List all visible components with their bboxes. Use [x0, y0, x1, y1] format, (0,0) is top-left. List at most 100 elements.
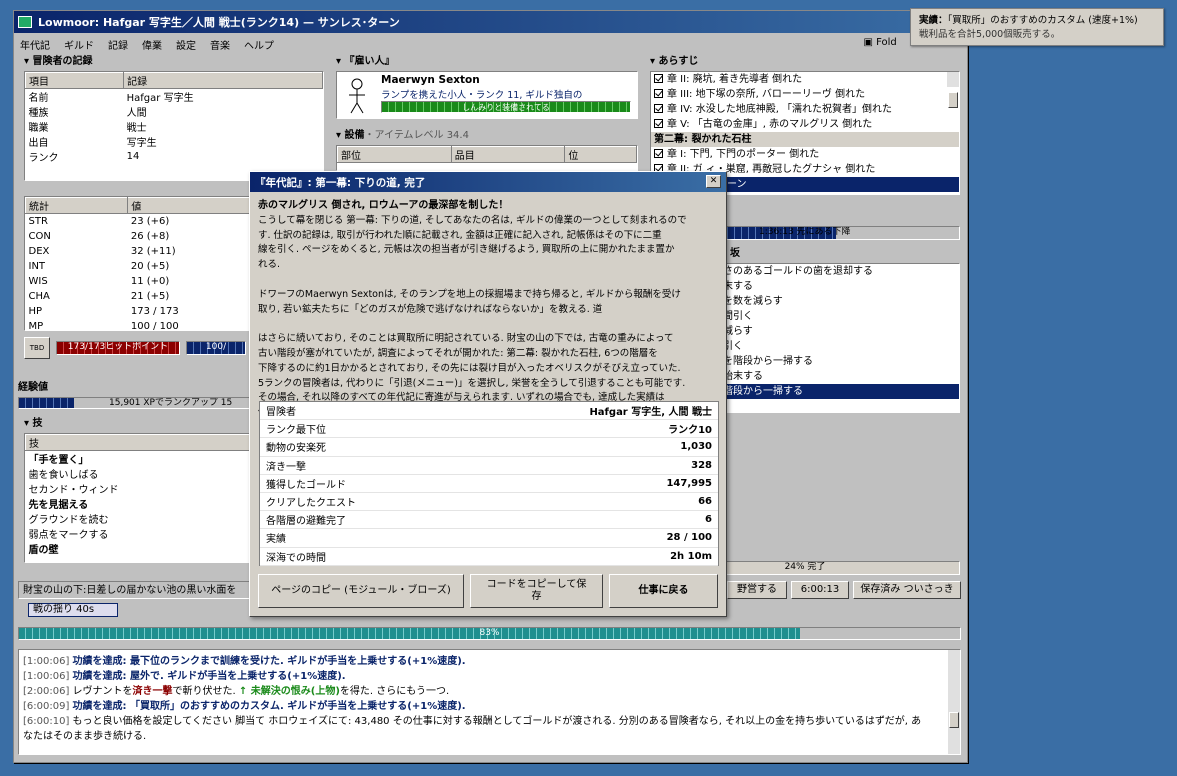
record-value: 14	[126, 151, 140, 162]
dialog-stat-value: 6	[705, 514, 712, 526]
fold-toggle[interactable]: ▣ Fold	[863, 37, 910, 48]
checkbox-checked-icon	[654, 104, 663, 113]
menu-music[interactable]: 音楽	[210, 37, 230, 52]
menu-guild[interactable]: ギルド	[64, 37, 94, 52]
stats-col-stat[interactable]: 統計	[25, 197, 129, 214]
menu-records[interactable]: 記録	[108, 37, 128, 52]
checkbox-checked-icon	[654, 119, 663, 128]
table-row[interactable]: 「手を置く」	[26, 451, 253, 466]
table-row: 職業 戦士	[26, 119, 323, 134]
skill-item: グラウンドを読む	[28, 515, 109, 526]
employer-name: Maerwyn Sexton	[381, 74, 480, 86]
synopsis-item[interactable]: 章 V: 「古竜の金庫」, 赤のマルグリス 倒れた	[651, 117, 959, 132]
checkbox-checked-icon	[654, 74, 663, 83]
dialog-stat-key: 深海での時間	[266, 552, 326, 564]
return-to-work-button[interactable]: 仕事に戻る	[609, 574, 718, 608]
log-scrollbar[interactable]	[948, 650, 960, 754]
dialog-stat-row: 実績 28 / 100	[260, 529, 718, 548]
skills-header: ▾ 技	[24, 418, 43, 429]
synopsis-item[interactable]: 章 I: 下門, 下門のポーター 倒れた	[651, 147, 959, 162]
log-text: レヴナントを	[72, 686, 133, 697]
synopsis-scrollbar[interactable]	[947, 72, 959, 108]
dialog-stat-key: 済き一撃	[266, 461, 306, 473]
dialog-close-button[interactable]: ✕	[706, 175, 721, 188]
equip-col-slot[interactable]: 部位	[337, 146, 452, 163]
log-panel: [1:00:06] 功績を達成: 最下位のランクまで訓練を受けた. ギルドが手当…	[18, 649, 961, 755]
table-row[interactable]: 盾の壁	[26, 541, 253, 556]
synopsis-item[interactable]: 章 IV: 水没した地底神殿, 「濡れた祝賀者」倒れた	[651, 102, 959, 117]
menu-settings[interactable]: 設定	[176, 37, 196, 52]
table-row: 種族 人間	[26, 104, 323, 119]
log-achievement: 功績を達成:	[72, 671, 131, 682]
skill-item: 弱点をマークする	[28, 530, 109, 541]
dialog-stat-value: 28 / 100	[666, 532, 712, 544]
dialog-stat-row: クリアしたクエスト 66	[260, 493, 718, 512]
camp-button[interactable]: 野営する	[727, 581, 787, 599]
stat-key: DEX	[28, 245, 50, 257]
record-col-value[interactable]: 記録	[123, 72, 323, 89]
equipment-table: 部位 品目位	[337, 146, 637, 163]
log-line: なたはそのまま歩き続ける.	[23, 729, 960, 744]
record-panel: ▾ 冒険者の記録 項目 記録 名前 Hafgar 写字生 種族 人間 職業 戦士 出自 写…	[24, 55, 324, 185]
equip-col-item[interactable]: 品目	[450, 146, 566, 163]
achievement-toast[interactable]: 実績：「買取所」のおすすめのカスタム (速度+1%) 戦利品を合計5,000個販…	[910, 8, 1164, 46]
stat-key: CON	[28, 230, 51, 242]
log-achievement: 功績を達成:	[72, 656, 131, 667]
toast-title: 実績：	[919, 15, 948, 26]
dialog-buttons: ページのコピー (モジュール・ブローズ) コードをコピーして保存 仕事に戻る	[258, 574, 718, 608]
tbd-button[interactable]: TBD	[24, 337, 50, 359]
synopsis-item[interactable]: 章 III: 地下塚の奈所, バローーリーヴ 倒れた	[651, 87, 959, 102]
menu-feats[interactable]: 偉業	[142, 37, 162, 52]
copy-code-button[interactable]: コードをコピーして保存	[470, 574, 603, 608]
stat-key: CHA	[28, 290, 50, 302]
skill-item: セカンド・ウィンド	[28, 485, 119, 496]
dialog-stat-value: Hafgar 写字生, 人間 戦士	[589, 407, 712, 419]
dialog-stat-value: 147,995	[666, 477, 712, 489]
dialog-heading: 赤のマルグリス 倒され, ロウムーアの最深部を制した！	[258, 200, 509, 211]
table-row[interactable]: グラウンドを読む	[26, 511, 253, 526]
stat-key: STR	[28, 215, 48, 227]
checkbox-checked-icon	[654, 89, 663, 98]
table-row[interactable]: 歯を食いしばる	[26, 466, 253, 481]
record-col-item[interactable]: 項目	[25, 72, 125, 89]
skills-header-label: 技	[32, 418, 43, 429]
table-row[interactable]: セカンド・ウィンド	[26, 481, 253, 496]
stat-key: HP	[28, 305, 43, 317]
skills-col[interactable]: 技	[25, 434, 253, 451]
chronicle-dialog: 『年代記』: 第一幕: 下りの道, 完了 ✕ 赤のマルグリス 倒され, ロウムー…	[249, 171, 727, 617]
synopsis-act-heading[interactable]: 第二幕: 裂かれた石柱	[651, 132, 959, 147]
copy-page-button[interactable]: ページのコピー (モジュール・ブローズ)	[258, 574, 464, 608]
skills-table: 技 「手を置く」 歯を食いしばる セカンド・ウィンド 先を見据える グラウンドを…	[25, 434, 253, 556]
table-row[interactable]: 先を見据える	[26, 496, 253, 511]
log-text: なたはそのまま歩き続ける.	[23, 731, 147, 742]
record-key: ランク	[28, 153, 59, 164]
dialog-stat-value: 66	[698, 496, 712, 508]
log-line: [1:00:06] 功績を達成: 最下位のランクまで訓練を受けた. ギルドが手当…	[23, 654, 960, 669]
app-icon	[18, 16, 32, 28]
table-row: 名前 Hafgar 写字生	[26, 89, 323, 104]
record-header-label: 冒険者の記録	[32, 56, 93, 67]
table-row: 出自 写字生	[26, 134, 323, 149]
save-status[interactable]: 保存済み ついさっき	[853, 581, 961, 599]
synopsis-item-label: 章 V: 「古竜の金庫」, 赤のマルグリス 倒れた	[667, 119, 873, 130]
dialog-stat-row: 各階層の避難完了 6	[260, 511, 718, 530]
log-timestamp: [1:00:06]	[23, 656, 70, 667]
dialog-stat-value: 328	[691, 459, 712, 471]
menu-chronicle[interactable]: 年代記	[20, 37, 50, 52]
exp-bar-label: 15,901 XPでランクアップ 15	[109, 398, 233, 408]
menu-help[interactable]: ヘルプ	[244, 37, 274, 52]
stat-key: INT	[28, 260, 46, 272]
dialog-stat-row: 済き一撃 328	[260, 457, 718, 475]
equip-col-rank[interactable]: 位	[564, 146, 637, 163]
record-key: 種族	[28, 108, 49, 119]
log-line: [1:00:06] 功績を達成: 屋外で. ギルドが手当を上乗せする(+1%速度…	[23, 669, 960, 684]
record-value: 人間	[126, 108, 147, 119]
checkbox-checked-icon	[654, 149, 663, 158]
table-row[interactable]: 弱点をマークする	[26, 526, 253, 541]
synopsis-item-label: 章 II: 廃坑, 着き先導者 倒れた	[667, 74, 803, 85]
synopsis-item[interactable]: 章 II: 廃坑, 着き先導者 倒れた	[651, 72, 959, 87]
title-bar: Lowmoor: Hafgar 写字生／人間 戦士(ランク14) — サンレス･…	[14, 11, 967, 33]
log-text: を得た. さらにもう一つ.	[339, 686, 450, 697]
dialog-stat-key: 実績	[266, 534, 286, 546]
employer-bar-label: しんみりと装備されてる	[462, 103, 550, 112]
